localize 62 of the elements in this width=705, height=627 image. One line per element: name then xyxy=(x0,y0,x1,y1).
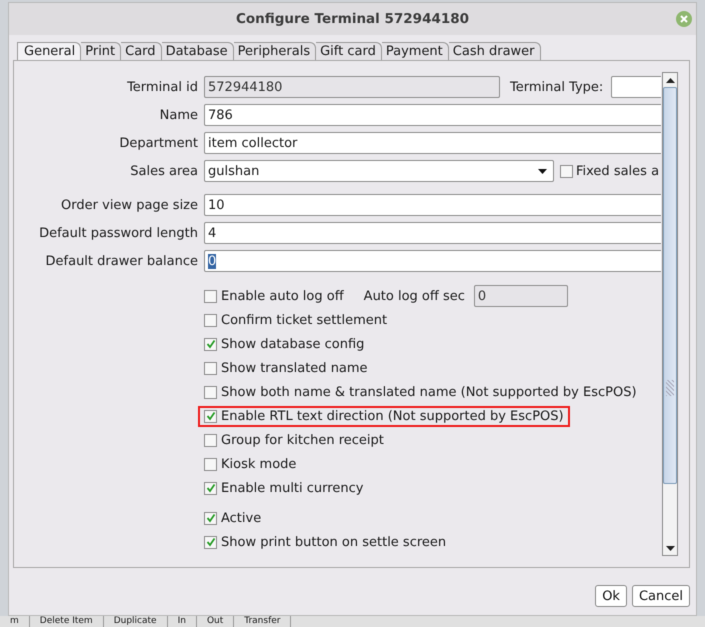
checkbox-label: Show print button on settle screen xyxy=(221,534,446,550)
tab[interactable]: Database xyxy=(162,42,234,60)
tab[interactable]: Peripherals xyxy=(234,42,316,60)
checkbox-label: Enable RTL text direction (Not supported by EscPOS) xyxy=(221,408,564,424)
checkbox-label: Show both name & translated name (Not supported by EscPOS) xyxy=(221,384,637,400)
field-label: Name xyxy=(158,108,199,122)
input-field[interactable]: 786 xyxy=(204,104,662,126)
checkbox[interactable] xyxy=(204,458,217,470)
checkbox[interactable] xyxy=(204,386,217,398)
toolbar-button[interactable]: Duplicate xyxy=(104,616,168,627)
checkbox-label: Enable multi currency xyxy=(221,480,364,496)
field-label: Auto log off sec xyxy=(364,288,465,304)
field-label: Default drawer balance xyxy=(44,254,199,268)
checkbox-label: Show database config xyxy=(221,336,364,352)
checkbox-label: Group for kitchen receipt xyxy=(221,432,384,448)
checkbox-label: Active xyxy=(221,510,262,526)
checkbox-label: Kiosk mode xyxy=(221,456,296,472)
toolbar-button[interactable]: Transfer xyxy=(234,616,292,627)
checkbox[interactable] xyxy=(204,314,217,326)
toolbar-button[interactable]: In xyxy=(168,616,197,627)
tab[interactable]: Gift card xyxy=(316,42,382,60)
checkbox[interactable] xyxy=(204,482,217,494)
checkbox[interactable] xyxy=(204,512,217,524)
checkbox[interactable] xyxy=(204,434,217,446)
checkbox-label: Enable auto log off xyxy=(221,288,344,304)
input-field[interactable]: item collector xyxy=(204,132,662,154)
field-label: Sales area xyxy=(129,164,199,178)
caret-icon xyxy=(538,168,547,174)
input-field[interactable]: 0 xyxy=(204,250,662,272)
tab[interactable]: Card xyxy=(121,42,162,60)
tab[interactable]: Payment xyxy=(382,42,449,60)
checkbox[interactable] xyxy=(204,362,217,374)
field-label: Order view page size xyxy=(60,198,199,212)
scroll-up-icon[interactable] xyxy=(666,78,675,82)
tab[interactable]: General xyxy=(17,42,82,60)
field-label: Default password length xyxy=(38,226,199,240)
checkbox-label: Fixed sales a xyxy=(576,164,660,178)
checkbox[interactable] xyxy=(204,290,217,302)
checkbox[interactable] xyxy=(204,410,217,422)
cancel-button[interactable]: Cancel xyxy=(632,585,690,607)
checkbox[interactable] xyxy=(204,338,217,350)
dropdown[interactable]: gulshan xyxy=(204,160,554,182)
field-label: Terminal Type: xyxy=(509,80,604,94)
tab[interactable]: Print xyxy=(81,42,122,60)
window-title: Configure Terminal 572944180 xyxy=(236,11,470,27)
input-field[interactable]: 4 xyxy=(204,222,662,244)
scrollbar-grip-icon[interactable] xyxy=(666,380,674,396)
toolbar-button[interactable]: Out xyxy=(196,616,234,627)
ok-button[interactable]: Ok xyxy=(595,585,627,607)
input-field[interactable]: 10 xyxy=(204,194,662,216)
tab[interactable]: Cash drawer xyxy=(448,42,541,60)
field-label: Terminal id xyxy=(126,80,199,94)
checkbox[interactable] xyxy=(560,164,573,178)
toolbar-button[interactable]: m xyxy=(0,616,30,627)
scroll-down-icon[interactable] xyxy=(666,546,675,550)
checkbox-label: Confirm ticket settlement xyxy=(221,312,388,328)
toolbar-button[interactable]: Delete Item xyxy=(30,616,104,627)
scrollbar[interactable] xyxy=(662,72,678,556)
checkbox-label: Show translated name xyxy=(221,360,368,376)
close-icon[interactable] xyxy=(676,11,692,27)
field-label: Department xyxy=(118,136,199,150)
checkbox[interactable] xyxy=(204,536,217,548)
